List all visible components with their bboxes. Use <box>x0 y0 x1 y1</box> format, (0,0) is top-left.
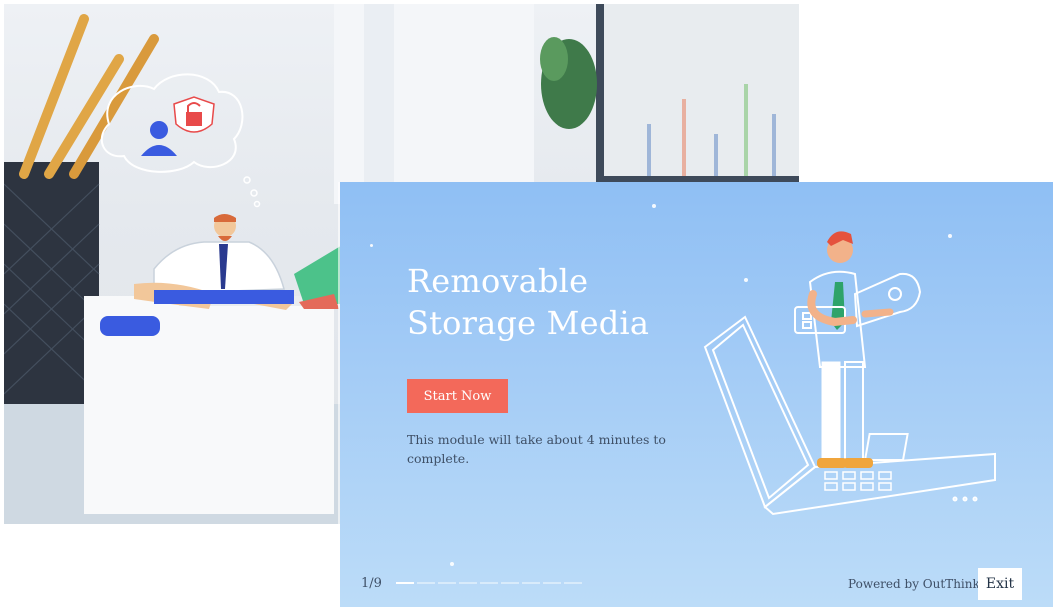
progress-segment <box>396 582 414 584</box>
progress-segment <box>417 582 435 584</box>
progress-segment <box>522 582 540 584</box>
sparkle-decoration <box>370 244 373 247</box>
progress-segment <box>501 582 519 584</box>
sparkle-decoration <box>652 204 656 208</box>
powered-by-text: Powered by OutThink <box>848 577 980 591</box>
progress-segment <box>543 582 561 584</box>
usb-storage-illustration <box>703 231 996 516</box>
slide-title: Removable Storage Media <box>407 262 650 342</box>
slide-progress-counter: 1/9 <box>361 576 382 591</box>
progress-segment <box>438 582 456 584</box>
screenshot-composite: Removable Storage Media Start Now This m… <box>0 0 1053 607</box>
sparkle-decoration <box>450 562 454 566</box>
progress-segment <box>480 582 498 584</box>
module-duration-text: This module will take about 4 minutes to… <box>407 432 666 466</box>
start-now-button[interactable]: Start Now <box>407 379 508 413</box>
progress-segment <box>564 582 582 584</box>
progress-segment <box>459 582 477 584</box>
exit-button[interactable]: Exit <box>978 568 1022 600</box>
course-slide: Removable Storage Media Start Now This m… <box>340 182 1053 607</box>
slide-progress-bar <box>396 582 582 584</box>
